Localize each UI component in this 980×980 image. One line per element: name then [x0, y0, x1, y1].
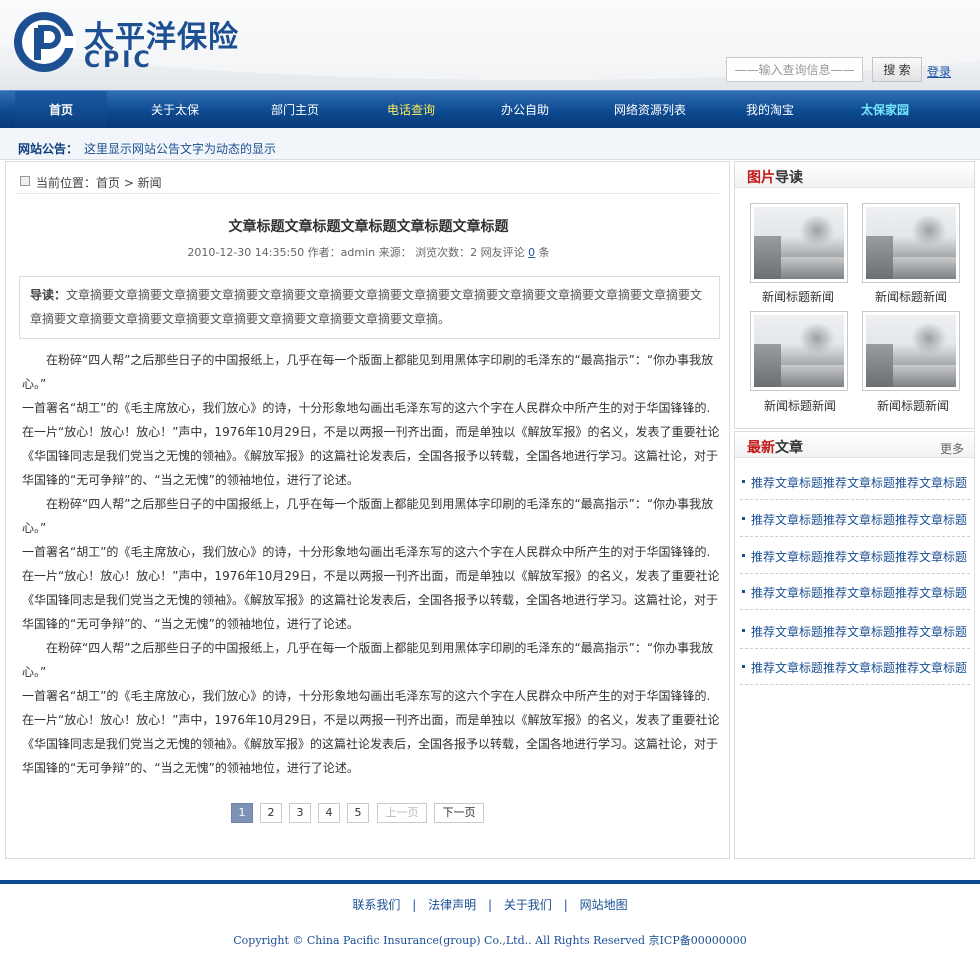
login-link[interactable]: 登录: [927, 63, 951, 80]
news-photo: [866, 315, 956, 387]
abstract-text: 文章摘要文章摘要文章摘要文章摘要文章摘要文章摘要文章摘要文章摘要文章摘要文章摘要…: [30, 288, 703, 326]
nav-item[interactable]: 部门主页: [240, 91, 350, 129]
nav-item[interactable]: 电话查询: [356, 91, 466, 129]
page-4-button[interactable]: 4: [318, 803, 340, 823]
latest-article-link[interactable]: 推荐文章标题推荐文章标题推荐文章标题: [751, 584, 967, 601]
latest-article-item[interactable]: 推荐文章标题推荐文章标题推荐文章标题: [740, 653, 970, 685]
news-photo: [754, 315, 844, 387]
news-thumbnail[interactable]: [862, 203, 960, 283]
article-panel: 当前位置：首页 > 新闻 文章标题文章标题文章标题文章标题文章标题 2010-1…: [5, 161, 730, 859]
next-page-button[interactable]: 下一页: [434, 803, 484, 823]
news-photo: [866, 207, 956, 279]
latest-article-item[interactable]: 推荐文章标题推荐文章标题推荐文章标题: [740, 468, 970, 500]
search-input[interactable]: [726, 57, 863, 82]
nav-item[interactable]: 关于太保: [120, 91, 230, 129]
site-notice: 网站公告： 这里显示网站公告文字为动态的显示: [0, 128, 980, 160]
picture-guide-title: 图片导读: [747, 170, 803, 186]
article-paragraph: 在粉碎“四人帮”之后那些日子的中国报纸上，几乎在每一个版面上都能见到用黑体字印刷…: [22, 497, 714, 535]
article-paragraph: 一首署名“胡工”的《毛主席放心，我们放心》的诗，十分形象地勾画出毛泽东写的这六个…: [22, 401, 720, 487]
picture-guide-header: 图片导读: [735, 162, 974, 188]
footer-link-about[interactable]: 关于我们: [504, 898, 552, 912]
bullet-icon: [742, 629, 745, 632]
latest-article-link[interactable]: 推荐文章标题推荐文章标题推荐文章标题: [751, 623, 967, 640]
picture-guide-panel: 图片导读 新闻标题新闻 新闻标题新闻 新闻标题新闻 新闻标题新闻: [734, 161, 975, 429]
page-1-button[interactable]: 1: [231, 803, 253, 823]
article-meta-suffix: 条: [538, 246, 550, 259]
article-paragraph: 在粉碎“四人帮”之后那些日子的中国报纸上，几乎在每一个版面上都能见到用黑体字印刷…: [22, 641, 714, 679]
latest-article-link[interactable]: 推荐文章标题推荐文章标题推荐文章标题: [751, 548, 967, 565]
footer-link-legal[interactable]: 法律声明: [428, 898, 476, 912]
cpic-logo-icon[interactable]: [12, 10, 76, 74]
article-abstract: 导读：文章摘要文章摘要文章摘要文章摘要文章摘要文章摘要文章摘要文章摘要文章摘要文…: [19, 276, 720, 339]
notice-text[interactable]: 这里显示网站公告文字为动态的显示: [84, 140, 276, 157]
news-thumbnail-caption[interactable]: 新闻标题新闻: [853, 397, 973, 414]
bullet-icon: [742, 480, 745, 483]
latest-articles-panel: 最新文章 更多 推荐文章标题推荐文章标题推荐文章标题 推荐文章标题推荐文章标题推荐…: [734, 431, 975, 859]
footer-divider: [0, 880, 980, 884]
latest-articles-title: 最新文章: [747, 440, 803, 456]
latest-article-item[interactable]: 推荐文章标题推荐文章标题推荐文章标题: [740, 505, 970, 537]
page-3-button[interactable]: 3: [289, 803, 311, 823]
news-thumbnail-caption[interactable]: 新闻标题新闻: [851, 288, 971, 305]
more-link[interactable]: 更多: [940, 440, 964, 457]
article-title: 文章标题文章标题文章标题文章标题文章标题: [228, 219, 509, 235]
article-paragraph: 一首署名“胡工”的《毛主席放心，我们放心》的诗，十分形象地勾画出毛泽东写的这六个…: [22, 689, 720, 775]
bullet-icon: [742, 554, 745, 557]
latest-article-link[interactable]: 推荐文章标题推荐文章标题推荐文章标题: [751, 511, 967, 528]
main-nav: 首页 关于太保 部门主页 电话查询 办公自助 网络资源列表 我的淘宝 太保家园: [0, 90, 980, 129]
footer-link-contact[interactable]: 联系我们: [352, 898, 400, 912]
page-2-button[interactable]: 2: [260, 803, 282, 823]
comment-count-link[interactable]: 0: [528, 246, 535, 259]
copyright-text: Copyright © China Pacific Insurance(grou…: [233, 934, 747, 947]
news-thumbnail-caption[interactable]: 新闻标题新闻: [738, 288, 858, 305]
prev-page-button[interactable]: 上一页: [377, 803, 427, 823]
latest-article-link[interactable]: 推荐文章标题推荐文章标题推荐文章标题: [751, 659, 967, 676]
bullet-icon: [742, 665, 745, 668]
article-paragraph: 一首署名“胡工”的《毛主席放心，我们放心》的诗，十分形象地勾画出毛泽东写的这六个…: [22, 545, 720, 631]
news-thumbnail[interactable]: [862, 311, 960, 391]
latest-article-item[interactable]: 推荐文章标题推荐文章标题推荐文章标题: [740, 578, 970, 610]
site-header: 太平洋保险 CPIC 搜 索 登录: [0, 0, 980, 90]
nav-item[interactable]: 我的淘宝: [720, 91, 820, 129]
bullet-icon: [742, 590, 745, 593]
article-meta-info: 2010-12-30 14:35:50 作者：admin 来源： 浏览次数：2 …: [187, 246, 525, 259]
footer-links: 联系我们 | 法律声明 | 关于我们 | 网站地图: [0, 896, 980, 913]
nav-item[interactable]: 太保家园: [830, 91, 940, 129]
news-thumbnail[interactable]: [750, 203, 848, 283]
breadcrumb-text[interactable]: 当前位置：首页 > 新闻: [36, 174, 162, 191]
nav-item[interactable]: 办公自助: [470, 91, 580, 129]
breadcrumb-icon: [20, 176, 30, 186]
footer-separator: |: [487, 898, 493, 912]
footer-separator: |: [412, 898, 417, 912]
page-5-button[interactable]: 5: [347, 803, 369, 823]
search-button[interactable]: 搜 索: [872, 57, 922, 82]
latest-article-item[interactable]: 推荐文章标题推荐文章标题推荐文章标题: [740, 542, 970, 574]
latest-articles-header: 最新文章 更多: [735, 432, 974, 458]
article-body: 在粉碎“四人帮”之后那些日子的中国报纸上，几乎在每一个版面上都能见到用黑体字印刷…: [22, 348, 720, 780]
abstract-label: 导读：: [30, 288, 67, 302]
news-photo: [754, 207, 844, 279]
notice-label: 网站公告：: [18, 142, 79, 156]
breadcrumb: 当前位置：首页 > 新闻: [16, 170, 719, 194]
article-paragraph: 在粉碎“四人帮”之后那些日子的中国报纸上，几乎在每一个版面上都能见到用黑体字印刷…: [22, 353, 714, 391]
brand-name-en: CPIC: [84, 48, 153, 73]
bullet-icon: [742, 517, 745, 520]
news-thumbnail-caption[interactable]: 新闻标题新闻: [740, 397, 860, 414]
latest-article-item[interactable]: 推荐文章标题推荐文章标题推荐文章标题: [740, 617, 970, 649]
news-thumbnail[interactable]: [750, 311, 848, 391]
nav-item[interactable]: 网络资源列表: [590, 91, 710, 129]
latest-article-link[interactable]: 推荐文章标题推荐文章标题推荐文章标题: [751, 474, 967, 491]
nav-item[interactable]: 首页: [15, 91, 107, 129]
footer-link-sitemap[interactable]: 网站地图: [580, 898, 628, 912]
article-meta: 2010-12-30 14:35:50 作者：admin 来源： 浏览次数：2 …: [6, 244, 731, 260]
footer-separator: |: [563, 898, 568, 912]
